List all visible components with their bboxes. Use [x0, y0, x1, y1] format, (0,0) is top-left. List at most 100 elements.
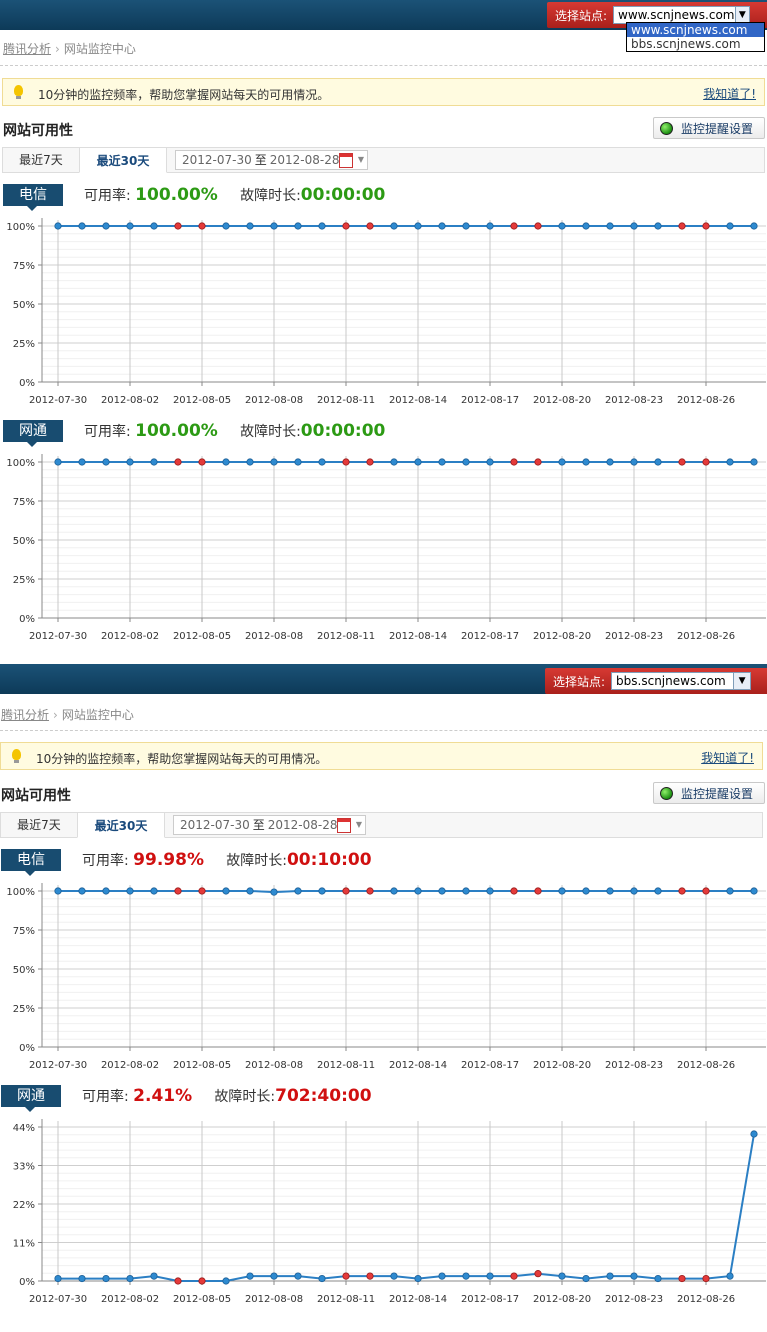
alert-settings-button[interactable]: 监控提醒设置	[653, 782, 765, 804]
isp-tag: 网通	[1, 1085, 61, 1112]
tip-text: 10分钟的监控频率，帮助您掌握网站每天的可用情况。	[36, 752, 328, 766]
series-line	[58, 1133, 755, 1282]
alert-settings-label: 监控提醒设置	[681, 121, 754, 136]
tab-7-days[interactable]: 最近7天	[3, 147, 79, 173]
data-point	[270, 1272, 278, 1280]
caret-down-icon[interactable]: ▼	[358, 151, 364, 169]
x-tick-label: 2012-08-23	[605, 631, 663, 642]
lightbulb-icon	[14, 85, 23, 99]
breadcrumb-root-link[interactable]: 腾讯分析	[3, 42, 51, 56]
isp-stats: 可用率: 100.00% 故障时长:00:00:00	[84, 185, 385, 205]
divider	[0, 730, 767, 731]
data-point	[342, 458, 350, 466]
data-point	[726, 222, 734, 230]
data-point	[534, 222, 542, 230]
chevron-down-icon[interactable]: ▼	[733, 673, 751, 689]
data-point	[174, 458, 182, 466]
site-selector: 选择站点: bbs.scnjnews.com ▼	[545, 668, 767, 694]
tab-30-days[interactable]: 最近30天	[79, 147, 167, 173]
data-point	[630, 458, 638, 466]
data-point	[630, 222, 638, 230]
data-point	[654, 458, 662, 466]
calendar-icon[interactable]	[337, 818, 351, 833]
data-point	[390, 1272, 398, 1280]
site-option[interactable]: www.scnjnews.com	[627, 23, 764, 37]
data-point	[366, 222, 374, 230]
x-tick-label: 2012-08-20	[533, 1060, 591, 1071]
y-tick-label: 0%	[19, 378, 35, 389]
data-point	[414, 1274, 422, 1283]
site-select[interactable]: bbs.scnjnews.com ▼	[611, 672, 752, 690]
data-point	[270, 458, 278, 466]
breadcrumb: 腾讯分析 › 网站监控中心	[3, 40, 136, 57]
isp-stats: 可用率: 99.98% 故障时长:00:10:00	[82, 850, 372, 870]
x-tick-label: 2012-08-26	[677, 1294, 735, 1305]
caret-down-icon[interactable]: ▼	[356, 816, 362, 834]
data-point	[582, 222, 590, 230]
data-point	[390, 222, 398, 230]
data-point	[486, 222, 494, 230]
data-point	[654, 1274, 662, 1283]
data-point	[390, 887, 398, 895]
availability-label: 可用率:	[82, 1089, 129, 1105]
isp-stats: 可用率: 100.00% 故障时长:00:00:00	[84, 421, 385, 441]
data-point	[510, 1272, 518, 1280]
data-point	[414, 458, 422, 466]
date-range-picker[interactable]: 2012-07-30 至 2012-08-28 ▼	[173, 815, 366, 835]
data-point	[486, 458, 494, 466]
x-tick-label: 2012-08-23	[605, 1294, 663, 1305]
date-end: 2012-08-28	[267, 818, 338, 832]
date-start: 2012-07-30	[182, 153, 252, 167]
y-tick-label: 100%	[6, 458, 35, 469]
data-point	[750, 887, 758, 895]
availability-value: 2.41%	[133, 1086, 193, 1106]
breadcrumb-root-link[interactable]: 腾讯分析	[1, 708, 49, 722]
downtime-label: 故障时长:	[226, 853, 287, 869]
data-point	[726, 458, 734, 466]
data-point	[462, 1272, 470, 1280]
data-point	[126, 887, 134, 895]
x-tick-label: 2012-07-30	[29, 1060, 87, 1071]
data-point	[174, 887, 182, 895]
data-point	[678, 1274, 686, 1283]
data-point	[174, 222, 182, 230]
status-light-icon	[660, 786, 673, 800]
tab-7-days[interactable]: 最近7天	[1, 812, 77, 838]
data-point	[462, 458, 470, 466]
calendar-icon[interactable]	[339, 153, 353, 168]
chevron-down-icon[interactable]: ▼	[734, 7, 750, 23]
chevron-right-icon: ›	[55, 42, 60, 56]
isp-header: 电信 可用率: 99.98% 故障时长:00:10:00	[0, 849, 767, 876]
site-option[interactable]: bbs.scnjnews.com	[627, 37, 764, 51]
x-tick-label: 2012-08-14	[389, 1060, 447, 1071]
availability-value: 100.00%	[135, 421, 218, 441]
data-point	[654, 222, 662, 230]
tip-dismiss-link[interactable]: 我知道了!	[701, 749, 754, 766]
availability-chart: 0% 25% 50% 75% 100% 2012-07-30 2012-08-02 2012-…	[6, 883, 766, 1071]
availability-value: 100.00%	[135, 185, 218, 205]
x-tick-label: 2012-08-20	[533, 631, 591, 642]
x-tick-label: 2012-08-23	[605, 395, 663, 406]
data-point	[606, 222, 614, 230]
isp-stats: 可用率: 2.41% 故障时长:702:40:00	[82, 1086, 372, 1106]
data-point	[630, 1272, 638, 1280]
data-point	[102, 458, 110, 466]
data-point	[150, 887, 158, 895]
data-point	[246, 887, 254, 895]
tab-30-days[interactable]: 最近30天	[77, 812, 165, 838]
data-point	[462, 887, 470, 895]
data-point	[270, 888, 278, 896]
alert-settings-button[interactable]: 监控提醒设置	[653, 117, 765, 139]
x-tick-label: 2012-07-30	[29, 1294, 87, 1305]
data-point	[582, 887, 590, 895]
tip-dismiss-link[interactable]: 我知道了!	[703, 85, 756, 102]
data-point	[486, 1272, 494, 1280]
x-tick-label: 2012-08-05	[173, 1060, 231, 1071]
data-point	[78, 458, 86, 466]
data-point	[438, 887, 446, 895]
y-tick-label: 0%	[19, 1043, 35, 1054]
data-point	[510, 887, 518, 895]
data-point	[750, 1130, 758, 1138]
data-point	[126, 1274, 134, 1283]
date-range-picker[interactable]: 2012-07-30 至 2012-08-28 ▼	[175, 150, 368, 170]
